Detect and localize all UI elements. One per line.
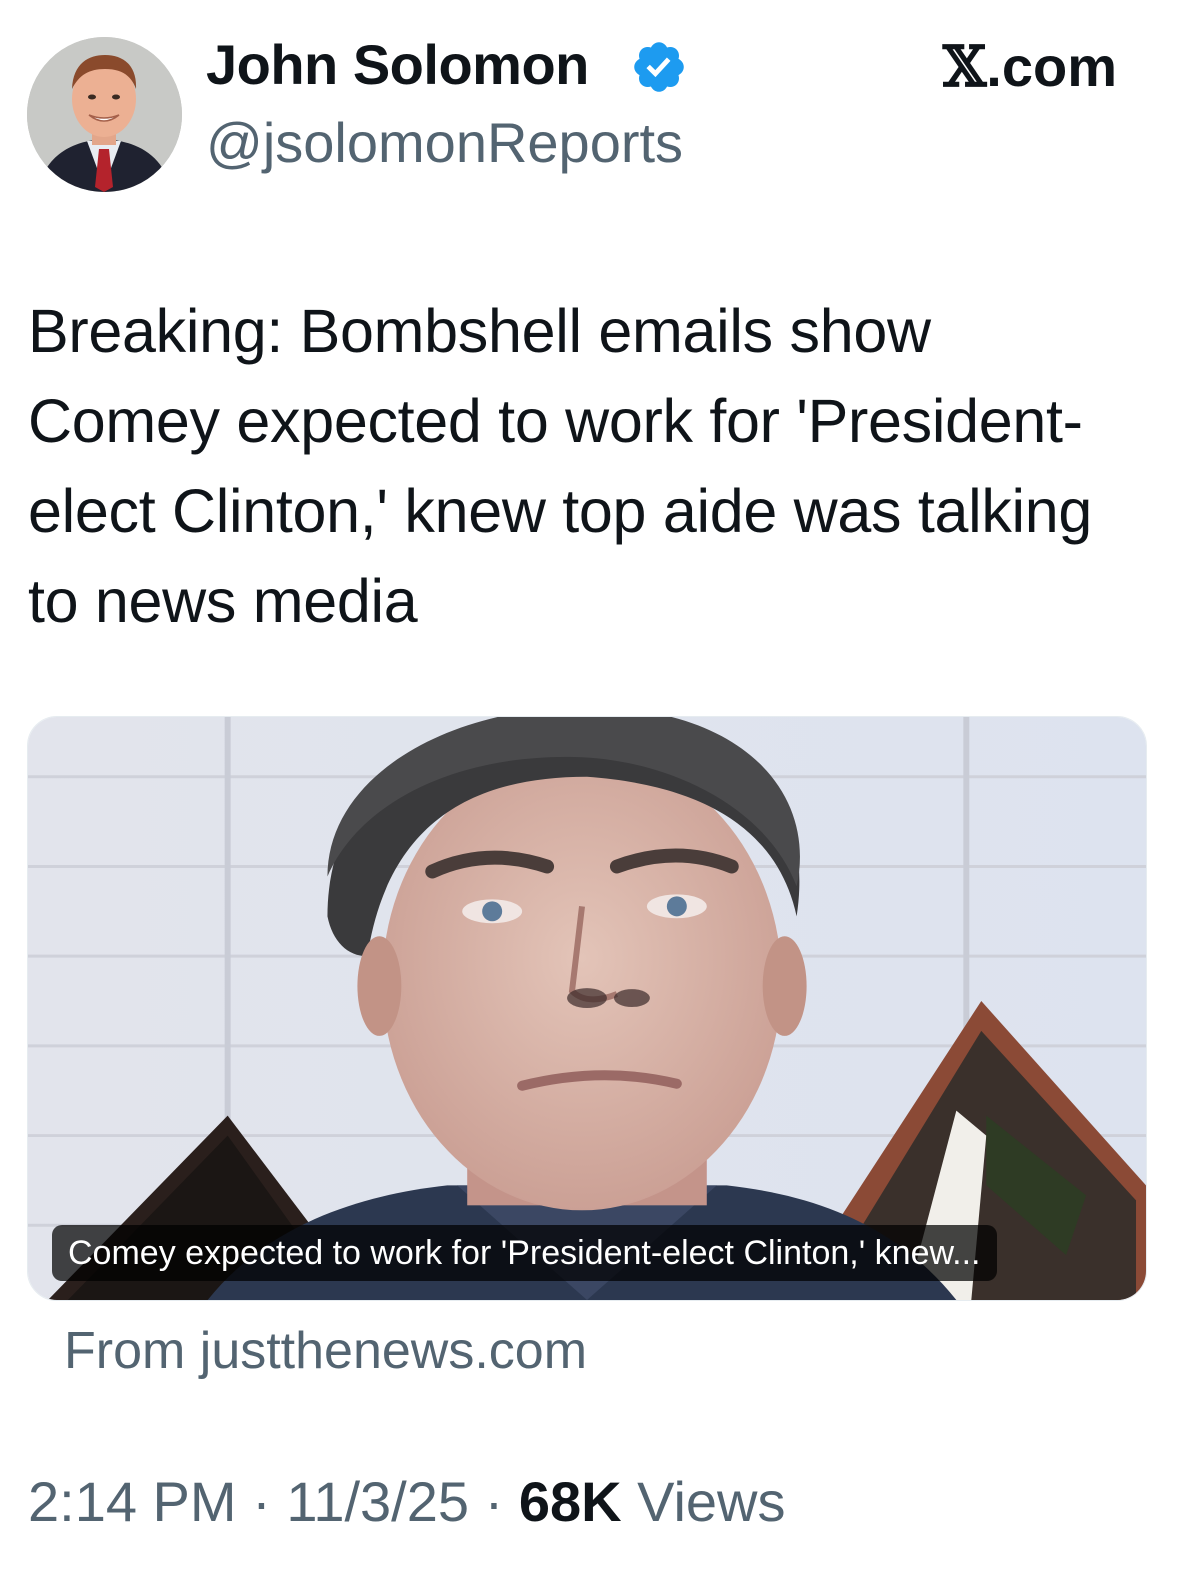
author-avatar[interactable]	[27, 37, 182, 192]
tweet-meta: 2:14 PM · 11/3/25 · 68K Views	[28, 1466, 785, 1538]
author-handle[interactable]: @jsolomonReports	[206, 108, 683, 178]
tweet-text: Breaking: Bombshell emails show Comey ex…	[28, 297, 1093, 635]
x-brand-logo: 𝕏.com	[943, 32, 1117, 102]
meta-separator: ·	[252, 1470, 271, 1533]
author-display-name[interactable]: John Solomon	[206, 30, 589, 100]
tweet-time[interactable]: 2:14 PM	[28, 1470, 237, 1533]
views-count: 68K	[518, 1470, 622, 1533]
link-card-title: Comey expected to work for 'President-el…	[52, 1225, 997, 1281]
meta-separator: ·	[484, 1470, 504, 1533]
link-preview-card[interactable]: Comey expected to work for 'President-el…	[27, 716, 1147, 1301]
verified-badge-icon	[634, 42, 684, 92]
tweet-date[interactable]: 11/3/25	[286, 1470, 469, 1533]
link-preview-image	[28, 717, 1146, 1300]
link-card-source[interactable]: From justthenews.com	[64, 1318, 587, 1384]
brand-suffix: .com	[986, 35, 1117, 98]
x-logo-icon: 𝕏	[942, 34, 987, 100]
views-label: Views	[637, 1470, 786, 1533]
avatar-photo	[27, 37, 182, 192]
